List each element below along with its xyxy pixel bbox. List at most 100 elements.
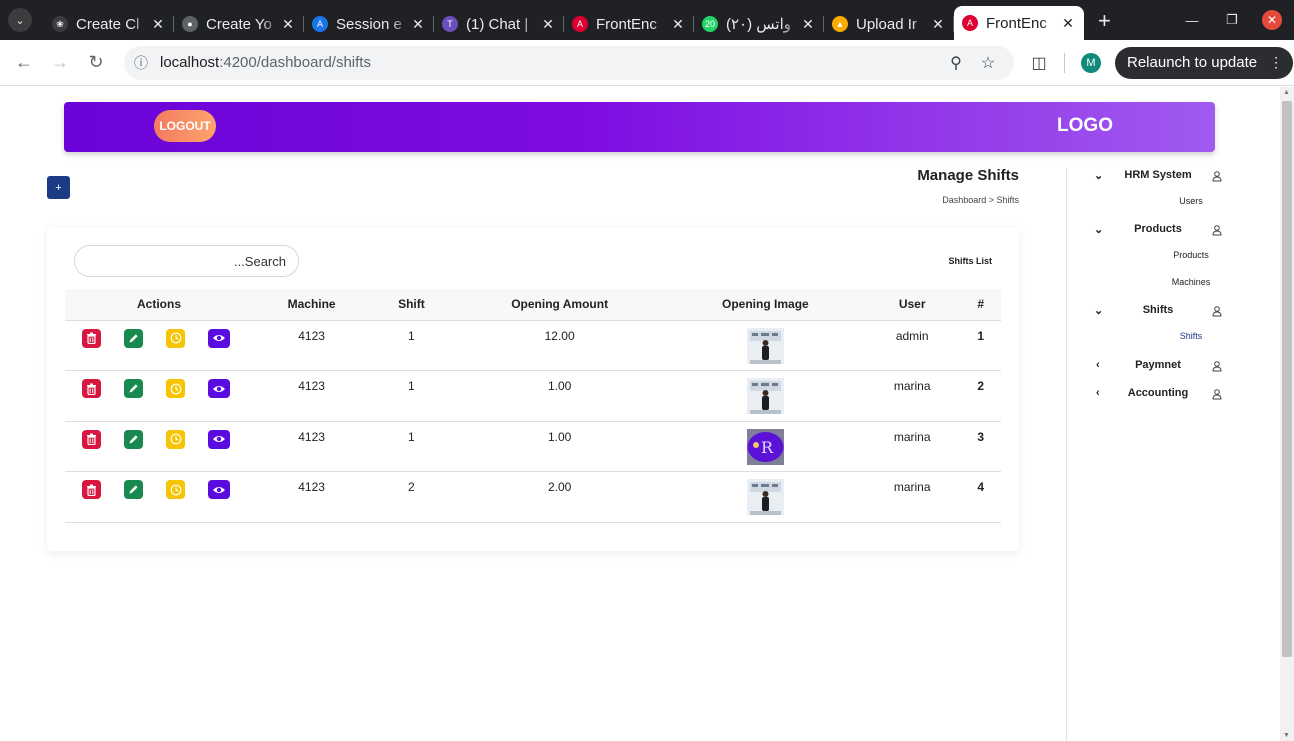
scroll-down-icon[interactable]: ▼ [1283, 732, 1290, 739]
edit-button[interactable] [124, 429, 143, 449]
row-actions [65, 320, 253, 371]
close-window-button[interactable]: ✕ [1262, 10, 1282, 30]
tab-search-button[interactable]: ⌄ [8, 8, 32, 32]
angular-icon: A [962, 15, 978, 31]
browser-tab[interactable]: ❀ Create Cl ✕ [44, 8, 174, 40]
edit-button[interactable] [124, 328, 143, 348]
eye-icon [213, 436, 225, 442]
teams-icon: T [442, 16, 458, 32]
azure-icon: A [312, 16, 328, 32]
col-opening-image: Opening Image [722, 297, 809, 312]
sidebar-item-users[interactable]: Users [1136, 196, 1246, 206]
eye-icon [213, 486, 225, 493]
list-title: Shifts List [948, 256, 992, 266]
relaunch-button[interactable]: Relaunch to update ⋮ [1115, 46, 1294, 79]
browser-tab[interactable]: ● Create Yo ✕ [174, 8, 304, 40]
site-info-icon[interactable]: ⓘ [134, 53, 154, 73]
browser-tab[interactable]: A FrontEnc ✕ [954, 6, 1084, 40]
col-actions: Actions [136, 297, 181, 312]
maximize-button[interactable]: ❐ [1212, 12, 1252, 28]
cell-shift: 2 [408, 480, 415, 494]
more-menu-icon[interactable]: ⋮ [1269, 54, 1283, 71]
history-button[interactable] [166, 429, 185, 449]
view-button[interactable] [208, 328, 230, 348]
browser-tab-bar: ⌄ ❀ Create Cl ✕ ● Create Yo ✕ A Session e ✕ T (1) … [0, 0, 1294, 40]
extensions-icon[interactable]: ◫ [1022, 53, 1056, 73]
opening-image-thumbnail[interactable]: R [746, 428, 784, 465]
close-tab-icon[interactable]: ✕ [150, 16, 166, 33]
close-tab-icon[interactable]: ✕ [1060, 15, 1076, 32]
sidebar-group-shifts[interactable]: ⌄ Shifts [1080, 302, 1270, 322]
opening-image-thumbnail[interactable] [746, 479, 784, 515]
zoom-icon[interactable]: ⚲ [940, 53, 972, 73]
sidebar-item-products[interactable]: Products [1136, 250, 1246, 260]
profile-avatar[interactable]: M [1081, 52, 1101, 73]
tab-title: Create Yo [206, 15, 272, 33]
table-row: 4123 1 12.00 admin 1 [65, 320, 1001, 371]
cell-user: admin [895, 328, 929, 343]
app-header: LOGOUT LOGO [64, 102, 1215, 152]
reload-button[interactable]: ↻ [78, 52, 114, 73]
close-tab-icon[interactable]: ✕ [930, 16, 946, 33]
cell-opening-amount: 1.00 [547, 429, 572, 444]
col-user: User [898, 297, 926, 312]
cell-machine: 4123 [298, 379, 325, 393]
table-header-row: Actions Machine Shift Opening Amount Ope… [65, 289, 1001, 320]
cell-user: marina [893, 429, 931, 444]
delete-button[interactable] [82, 328, 101, 348]
close-tab-icon[interactable]: ✕ [410, 16, 426, 33]
sidebar-group-hrm-system[interactable]: ⌄ HRM System [1080, 167, 1270, 187]
logout-button[interactable]: LOGOUT [154, 110, 216, 142]
user-icon [1212, 361, 1222, 372]
search-input[interactable]: ...Search [74, 245, 299, 277]
sidebar-group-accounting[interactable]: ‹ Accounting [1080, 385, 1270, 405]
history-button[interactable] [166, 328, 185, 348]
sidebar-group-paymnet[interactable]: ‹ Paymnet [1080, 357, 1270, 377]
edit-button[interactable] [124, 480, 143, 499]
browser-tab[interactable]: A FrontEnc ✕ [564, 8, 694, 40]
sidebar-item-machines[interactable]: Machines [1136, 277, 1246, 287]
user-icon [1212, 225, 1222, 236]
opening-image-thumbnail[interactable] [746, 378, 784, 414]
cell-user: marina [893, 480, 931, 494]
bookmark-star-icon[interactable]: ☆ [972, 53, 1004, 73]
close-tab-icon[interactable]: ✕ [800, 16, 816, 33]
browser-tab[interactable]: ▲ Upload Ir ✕ [824, 8, 954, 40]
browser-tab[interactable]: T (1) Chat | ✕ [434, 8, 564, 40]
delete-button[interactable] [82, 379, 101, 398]
address-bar[interactable]: ⓘ localhost:4200/dashboard/shifts ⚲ ☆ [124, 45, 1014, 80]
eye-icon [213, 335, 225, 341]
eye-icon [213, 385, 225, 392]
new-tab-button[interactable]: + [1098, 8, 1111, 34]
view-button[interactable] [208, 429, 230, 449]
forward-button[interactable]: → [42, 52, 78, 73]
delete-button[interactable] [82, 480, 101, 499]
page-content: LOGOUT LOGO + Manage Shifts Dashboard > … [0, 87, 1280, 741]
view-button[interactable] [208, 480, 230, 499]
sidebar-item-shifts[interactable]: Shifts [1136, 331, 1246, 341]
add-shift-button[interactable]: + [47, 176, 70, 199]
close-tab-icon[interactable]: ✕ [540, 16, 556, 33]
close-tab-icon[interactable]: ✕ [280, 16, 296, 33]
globe-icon: ● [182, 16, 198, 32]
scrollbar-thumb[interactable] [1282, 101, 1292, 657]
app-logo: LOGO [1057, 115, 1113, 136]
row-actions [65, 472, 253, 523]
page-scrollbar[interactable]: ▲ ▼ [1280, 87, 1294, 741]
page-title: Manage Shifts [917, 167, 1019, 184]
back-button[interactable]: ← [6, 52, 42, 73]
angular-icon: A [572, 16, 588, 32]
edit-button[interactable] [124, 379, 143, 398]
close-tab-icon[interactable]: ✕ [670, 16, 686, 33]
minimize-button[interactable]: — [1172, 13, 1212, 28]
scroll-up-icon[interactable]: ▲ [1283, 89, 1290, 96]
history-button[interactable] [166, 379, 185, 398]
view-button[interactable] [208, 379, 230, 398]
history-button[interactable] [166, 480, 185, 499]
breadcrumb: Dashboard > Shifts [942, 195, 1019, 205]
sidebar-group-products[interactable]: ⌄ Products [1080, 221, 1270, 241]
opening-image-thumbnail[interactable] [746, 327, 784, 364]
browser-tab[interactable]: A Session e ✕ [304, 8, 434, 40]
browser-tab[interactable]: 20 (٢٠) واتس ✕ [694, 8, 824, 40]
delete-button[interactable] [82, 429, 101, 449]
